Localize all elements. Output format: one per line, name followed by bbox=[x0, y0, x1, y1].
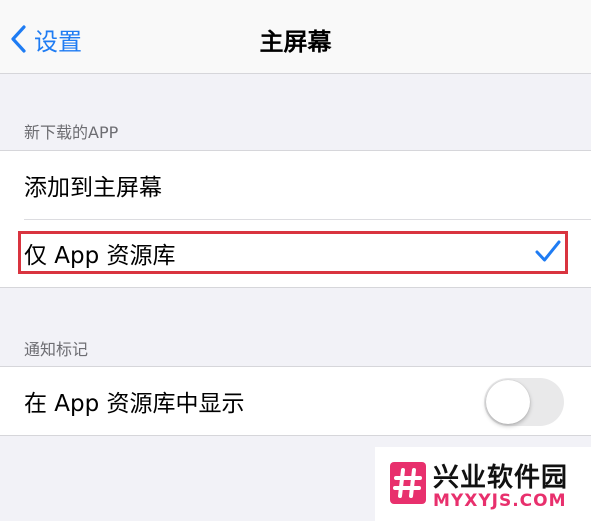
watermark-logo-icon bbox=[390, 462, 426, 508]
show-in-app-library-row: 在 App 资源库中显示 bbox=[0, 367, 591, 435]
toggle-label: 在 App 资源库中显示 bbox=[24, 391, 245, 417]
watermark-name: 兴业软件园 bbox=[433, 463, 569, 493]
option-label: 仅 App 资源库 bbox=[24, 243, 176, 269]
checkmark-icon bbox=[535, 239, 561, 267]
option-add-to-home-screen[interactable]: 添加到主屏幕 bbox=[0, 151, 591, 219]
option-app-library-only[interactable]: 仅 App 资源库 bbox=[0, 219, 591, 287]
section-header-badges: 通知标记 bbox=[24, 340, 89, 359]
badges-group: 在 App 资源库中显示 bbox=[0, 366, 591, 436]
watermark-url: MYXYJS.COM bbox=[433, 491, 567, 511]
page-title: 主屏幕 bbox=[259, 28, 332, 56]
toggle-knob bbox=[486, 380, 530, 424]
row-separator bbox=[24, 219, 591, 220]
show-in-app-library-toggle[interactable] bbox=[484, 378, 564, 426]
new-apps-group: 添加到主屏幕 仅 App 资源库 bbox=[0, 150, 591, 288]
navigation-bar: 设置 主屏幕 bbox=[0, 0, 591, 74]
section-header-new-apps: 新下载的APP bbox=[24, 123, 119, 142]
option-label: 添加到主屏幕 bbox=[24, 175, 162, 201]
watermark: 兴业软件园 MYXYJS.COM bbox=[375, 447, 591, 521]
